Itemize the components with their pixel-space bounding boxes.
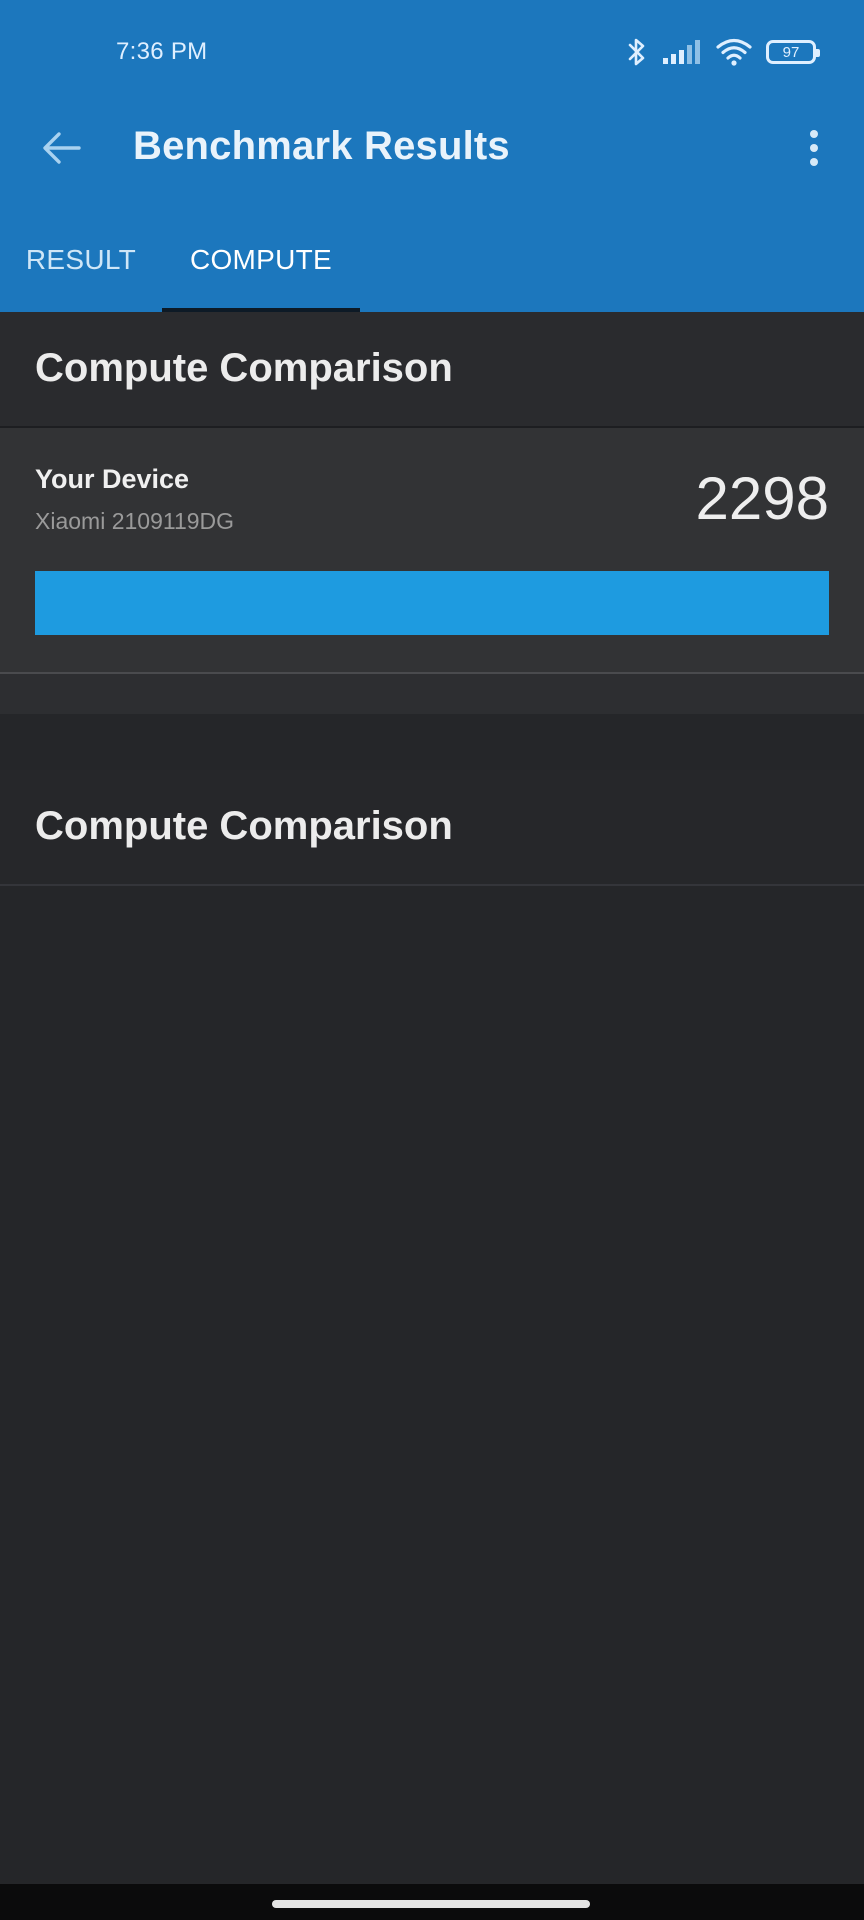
tab-compute[interactable]: COMPUTE xyxy=(162,228,360,312)
device-model: Xiaomi 2109119DG xyxy=(35,508,235,534)
section-divider xyxy=(0,674,864,714)
navigation-bar xyxy=(0,1884,864,1920)
compute-comparison-header-2: Compute Comparison xyxy=(0,770,864,886)
back-button[interactable] xyxy=(32,118,92,178)
battery-icon: 97 xyxy=(766,40,820,64)
device-label: Your Device xyxy=(35,464,190,494)
arrow-left-icon xyxy=(43,132,81,164)
tab-bar: RESULT COMPUTE xyxy=(0,228,864,312)
page-title: Benchmark Results xyxy=(133,124,510,168)
more-options-button[interactable] xyxy=(784,118,844,178)
score-bar-track xyxy=(35,571,829,635)
bluetooth-icon xyxy=(626,36,648,68)
more-vertical-icon xyxy=(810,130,818,166)
status-bar: 7:36 PM 97 xyxy=(0,0,864,96)
compute-comparison-header: Compute Comparison xyxy=(0,312,864,428)
status-time: 7:36 PM xyxy=(116,38,208,65)
device-score: 2298 xyxy=(695,465,829,532)
battery-level: 97 xyxy=(782,43,800,61)
toolbar: Benchmark Results xyxy=(0,96,864,200)
section-title: Compute Comparison xyxy=(35,346,453,390)
app-bar: 7:36 PM 97 Benchmark Results RESULT COMP… xyxy=(0,0,864,312)
device-result-card[interactable]: Your Device Xiaomi 2109119DG 2298 xyxy=(0,428,864,674)
home-indicator[interactable] xyxy=(272,1900,590,1908)
tab-result[interactable]: RESULT xyxy=(0,228,162,312)
score-bar xyxy=(35,571,829,635)
section-title-2: Compute Comparison xyxy=(35,804,453,848)
status-icons: 97 xyxy=(626,34,820,70)
wifi-icon xyxy=(716,38,752,66)
cellular-signal-icon xyxy=(662,39,702,65)
